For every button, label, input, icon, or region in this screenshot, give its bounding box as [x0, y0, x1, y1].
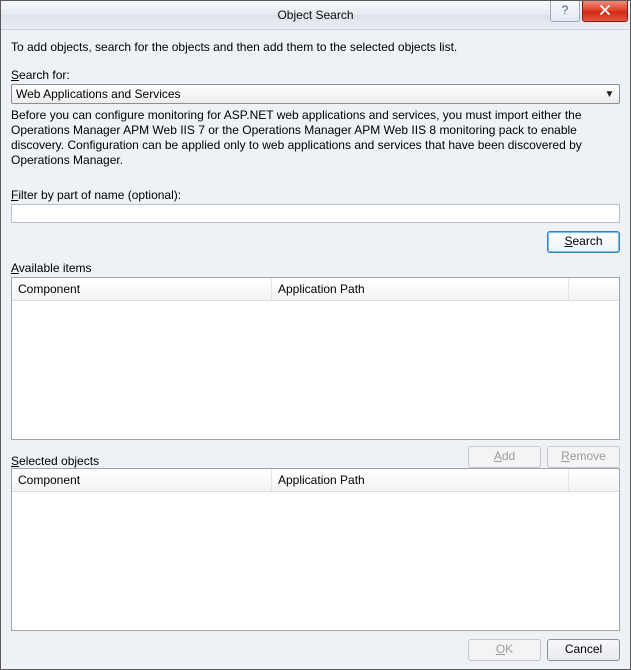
- selected-objects-label: Selected objects: [11, 454, 99, 468]
- ok-button: OK: [468, 639, 541, 661]
- selected-objects-header: Component Application Path: [12, 469, 619, 492]
- search-for-label: Search for:: [11, 68, 620, 82]
- add-button: Add: [468, 446, 541, 468]
- mid-action-row: Selected objects Add Remove: [11, 440, 620, 468]
- available-items-body: [12, 301, 619, 439]
- help-icon: ?: [562, 3, 569, 17]
- selected-col-spacer[interactable]: [569, 469, 619, 491]
- search-button-rest: earch: [572, 234, 602, 248]
- selected-objects-list[interactable]: Component Application Path: [11, 468, 620, 631]
- available-col-component[interactable]: Component: [12, 278, 272, 300]
- window-title: Object Search: [1, 8, 630, 22]
- titlebar[interactable]: Object Search ?: [1, 1, 630, 30]
- search-row: Search: [11, 223, 620, 257]
- description-text: Before you can configure monitoring for …: [11, 104, 620, 182]
- remove-button: Remove: [547, 446, 620, 468]
- available-items-label: Available items: [11, 261, 620, 275]
- close-button[interactable]: [582, 1, 628, 22]
- selected-col-component[interactable]: Component: [12, 469, 272, 491]
- cancel-button[interactable]: Cancel: [547, 639, 620, 661]
- available-col-spacer[interactable]: [569, 278, 619, 300]
- dropdown-selected-text: Web Applications and Services: [16, 87, 602, 101]
- available-items-list[interactable]: Component Application Path: [11, 277, 620, 440]
- close-icon: [599, 2, 611, 16]
- help-button[interactable]: ?: [550, 1, 580, 22]
- filter-label: Filter by part of name (optional):: [11, 188, 620, 202]
- selected-col-apppath[interactable]: Application Path: [272, 469, 569, 491]
- available-col-apppath[interactable]: Application Path: [272, 278, 569, 300]
- available-items-header: Component Application Path: [12, 278, 619, 301]
- dialog-button-row: OK Cancel: [11, 631, 620, 661]
- selected-objects-body: [12, 492, 619, 630]
- filter-input[interactable]: [11, 204, 620, 223]
- search-button[interactable]: Search: [547, 231, 620, 253]
- chevron-down-icon: ▼: [602, 89, 617, 100]
- client-area: To add objects, search for the objects a…: [1, 30, 630, 669]
- object-search-window: Object Search ? To add objects, search f…: [0, 0, 631, 670]
- intro-text: To add objects, search for the objects a…: [11, 40, 620, 54]
- title-button-group: ?: [550, 1, 628, 22]
- search-for-dropdown[interactable]: Web Applications and Services ▼: [11, 84, 620, 104]
